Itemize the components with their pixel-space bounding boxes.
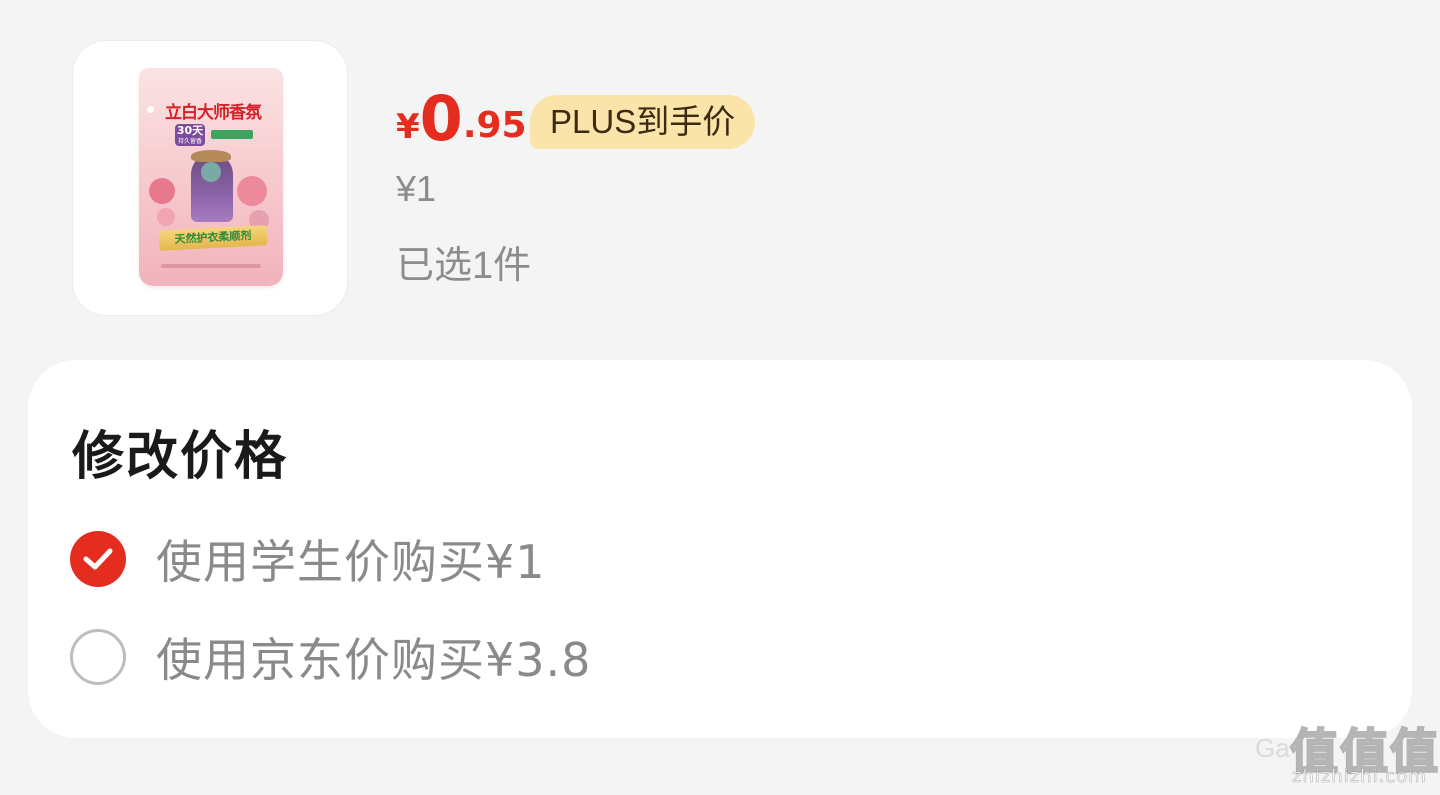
option-label: 使用京东价购买¥3.8 [156, 633, 592, 687]
flower-decoration [149, 178, 175, 204]
price-integer: 0 [419, 82, 463, 155]
package-brand-text: 立白大师香氛 [165, 103, 262, 123]
option-label: 使用学生价购买¥1 [156, 535, 546, 589]
package-footer-line [161, 264, 261, 268]
price-decimal: .95 [462, 105, 527, 146]
option-student-price[interactable]: 使用学生价购买¥1 [70, 526, 546, 592]
flower-decoration [237, 176, 267, 206]
option-jd-price[interactable]: 使用京东价购买¥3.8 [70, 624, 591, 690]
modify-price-title: 修改价格 [72, 427, 289, 487]
watermark-url: zhizhizhi.com [1292, 766, 1427, 788]
flower-decoration [157, 208, 175, 226]
radio-checked-icon[interactable] [70, 531, 126, 587]
original-price: ¥1 [396, 168, 437, 209]
package-green-label [211, 130, 253, 139]
checkmark-icon [83, 548, 113, 570]
package-badge-days: 30天 [176, 124, 204, 137]
current-price: ¥ 0 .95 [396, 86, 527, 152]
package-hang-hole [147, 106, 154, 113]
package-illustration-hat [191, 150, 231, 162]
package-badge-sub: 持久留香 [177, 138, 202, 145]
watermark-text: Ga [1255, 733, 1290, 763]
package-illustration-face [201, 162, 221, 182]
product-image[interactable]: 立白大师香氛 30天 持久留香 天然护衣柔顺剂 [72, 40, 348, 316]
price-currency: ¥ [396, 107, 420, 147]
package-banner-text: 天然护衣柔顺剂 [158, 225, 268, 251]
selected-count: 已选1件 [396, 245, 532, 287]
modify-price-card: 修改价格 使用学生价购买¥1 使用京东价购买¥3.8 [28, 360, 1412, 738]
product-package-image: 立白大师香氛 30天 持久留香 天然护衣柔顺剂 [139, 68, 283, 286]
plus-price-tag: PLUS到手价 [530, 95, 756, 149]
package-badge: 30天 持久留香 [175, 124, 205, 146]
radio-unchecked-icon[interactable] [70, 629, 126, 685]
